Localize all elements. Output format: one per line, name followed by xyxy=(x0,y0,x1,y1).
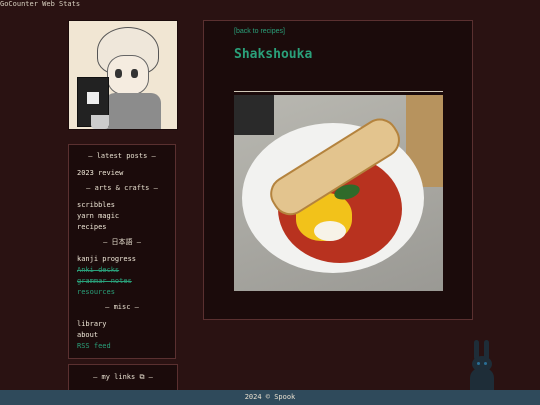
avatar xyxy=(68,20,178,130)
nav-link-grammar-notes[interactable]: grammar notes xyxy=(77,276,167,287)
nav-link-yarn-magic[interactable]: yarn magic xyxy=(77,211,167,222)
nav-sections: — arts & crafts — scribbles yarn magic reci… xyxy=(77,183,167,352)
post-panel: [back to recipes] Shakshouka xyxy=(203,20,473,320)
nav-link-resources[interactable]: resources xyxy=(77,287,167,298)
nav-link-2023-review[interactable]: 2023 review xyxy=(77,168,167,179)
sidebar: — latest posts — 2023 review — arts & cr… xyxy=(68,20,178,359)
photo-egg-white xyxy=(314,221,346,241)
page-title: Shakshouka xyxy=(234,47,313,62)
avatar-face-shape xyxy=(107,55,149,95)
title-divider xyxy=(234,91,443,92)
section-heading: — arts & crafts — xyxy=(86,184,158,192)
nav-link-recipes[interactable]: recipes xyxy=(77,222,167,233)
book-mark-shape xyxy=(87,92,99,104)
footer-text: 2024 © Spook xyxy=(244,393,296,401)
counter-image-alt: GoCounter Web Stats xyxy=(0,0,81,8)
section-heading: — misc — xyxy=(105,303,139,311)
avatar-eye-shape xyxy=(131,69,138,78)
my-links-box: — my links ⧉ — xyxy=(68,364,178,392)
shakshouka-photo xyxy=(234,95,443,291)
back-to-recipes-link[interactable]: [back to recipes] xyxy=(234,28,285,35)
latest-posts-list: 2023 review xyxy=(77,168,167,179)
section-heading: — 日本語 — xyxy=(103,238,141,246)
nav-link-rss-feed[interactable]: RSS feed xyxy=(77,341,167,352)
latest-posts-heading: — latest posts — xyxy=(88,152,156,160)
nav-link-library[interactable]: library xyxy=(77,319,167,330)
footer: 2024 © Spook xyxy=(0,390,540,405)
avatar-cup-shape xyxy=(91,115,109,129)
nav-link-about[interactable]: about xyxy=(77,330,167,341)
bunny-body xyxy=(470,368,494,390)
nav-box: — latest posts — 2023 review — arts & cr… xyxy=(68,144,176,359)
bunny-eye xyxy=(477,362,480,365)
bunny-icon xyxy=(470,340,494,390)
nav-link-anki-decks[interactable]: Anki decks xyxy=(77,265,167,276)
nav-link-scribbles[interactable]: scribbles xyxy=(77,200,167,211)
avatar-eye-shape xyxy=(115,69,122,78)
my-links-heading: — my links ⧉ — xyxy=(93,373,153,381)
nav-link-kanji-progress[interactable]: kanji progress xyxy=(77,254,167,265)
photo-dark-corner xyxy=(234,95,274,135)
avatar-body-shape xyxy=(105,93,161,129)
bunny-eye xyxy=(484,362,487,365)
